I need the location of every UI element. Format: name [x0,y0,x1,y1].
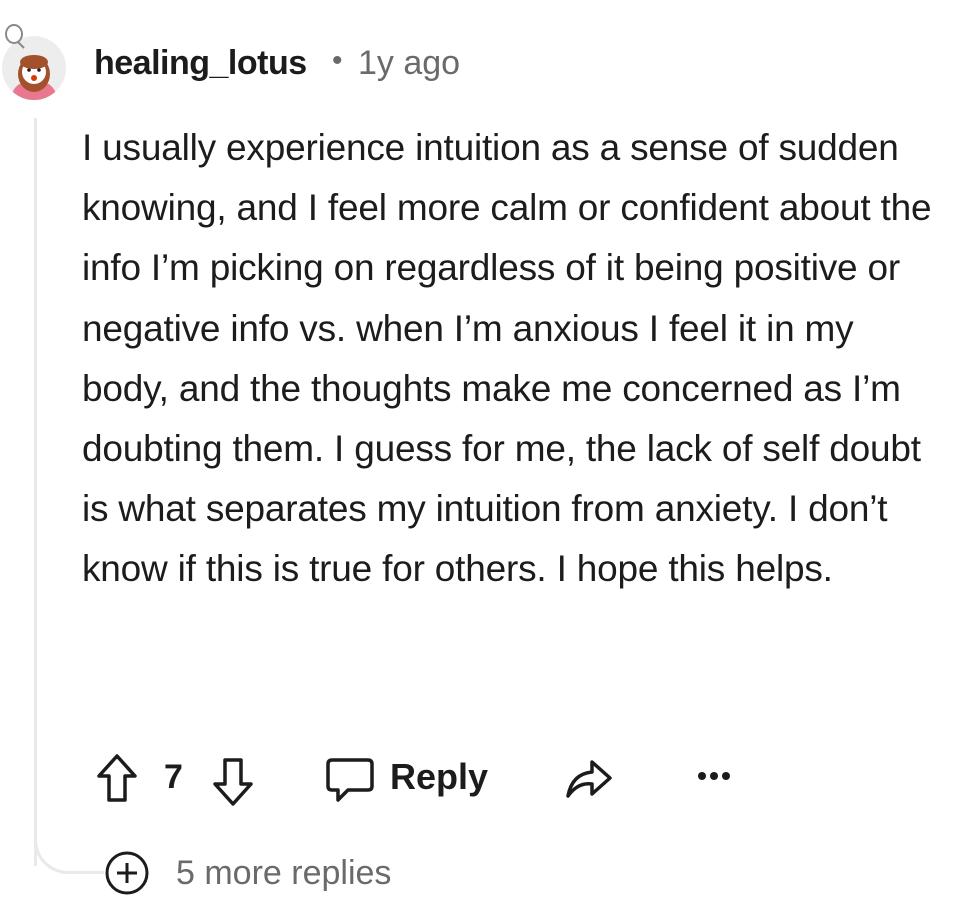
avatar[interactable] [0,22,72,100]
more-replies-button[interactable]: 5 more replies [104,850,391,896]
meta-separator: • [332,44,343,77]
share-arrow-icon[interactable] [564,756,614,802]
comment-actions: 7 Reply [0,744,955,814]
vote-count: 7 [164,758,183,796]
arrow-up-icon[interactable] [94,750,140,808]
plus-circle-icon[interactable] [104,850,150,896]
ellipsis-icon[interactable] [694,768,734,784]
more-replies-label[interactable]: 5 more replies [176,854,391,893]
timestamp[interactable]: 1y ago [358,44,460,83]
reply-label[interactable]: Reply [390,756,488,798]
comment-body: I usually experience intuition as a sens… [82,127,932,590]
username[interactable]: healing_lotus [94,44,307,83]
thread-line-curve [34,836,104,874]
speech-bubble-icon[interactable] [324,756,376,804]
arrow-down-icon[interactable] [210,752,256,810]
